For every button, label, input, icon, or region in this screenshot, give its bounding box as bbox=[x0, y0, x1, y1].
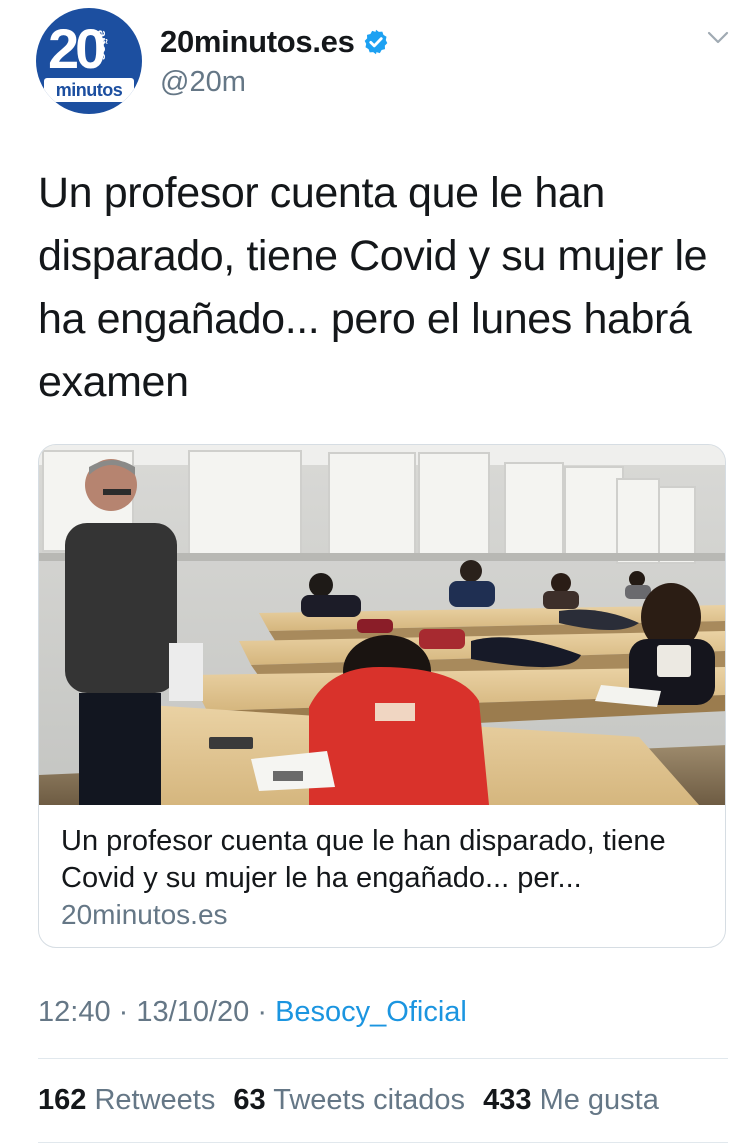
card-image[interactable] bbox=[39, 445, 726, 805]
link-card[interactable]: Un profesor cuenta que le han disparado,… bbox=[38, 444, 726, 948]
display-name-row[interactable]: 20minutos.es bbox=[160, 24, 390, 60]
card-domain[interactable]: 20minutos.es bbox=[61, 899, 228, 931]
tweet-time[interactable]: 12:40 bbox=[38, 996, 111, 1028]
divider bbox=[38, 1058, 728, 1059]
tweet-meta: 12:40 · 13/10/20 · Besocy_Oficial bbox=[38, 996, 467, 1029]
meta-separator: · bbox=[257, 996, 267, 1028]
tweet: 20 años minutos 20minutos.es @20m Un pro… bbox=[0, 0, 750, 1146]
divider bbox=[38, 1142, 728, 1143]
card-title[interactable]: Un profesor cuenta que le han disparado,… bbox=[61, 823, 711, 897]
chevron-down-icon[interactable] bbox=[706, 30, 730, 46]
avatar[interactable]: 20 años minutos bbox=[36, 8, 142, 114]
tweet-source-link[interactable]: Besocy_Oficial bbox=[275, 996, 467, 1028]
quotes-stat[interactable]: 63 Tweets citados bbox=[233, 1084, 465, 1116]
avatar-brand: minutos bbox=[44, 78, 134, 102]
quotes-count: 63 bbox=[233, 1084, 266, 1116]
retweets-count: 162 bbox=[38, 1084, 87, 1116]
verified-icon bbox=[364, 29, 387, 55]
meta-separator: · bbox=[118, 996, 129, 1028]
likes-label: Me gusta bbox=[539, 1084, 659, 1116]
likes-count: 433 bbox=[483, 1084, 532, 1116]
retweets-label: Retweets bbox=[94, 1084, 216, 1116]
retweets-stat[interactable]: 162 Retweets bbox=[38, 1084, 215, 1116]
tweet-date[interactable]: 13/10/20 bbox=[136, 996, 249, 1028]
tweet-stats: 162 Retweets 63 Tweets citados 433 Me gu… bbox=[38, 1084, 659, 1117]
likes-stat[interactable]: 433 Me gusta bbox=[483, 1084, 659, 1116]
quotes-label: Tweets citados bbox=[273, 1084, 466, 1116]
avatar-years: años bbox=[95, 30, 110, 61]
display-name[interactable]: 20minutos.es bbox=[160, 24, 355, 60]
tweet-text: Un profesor cuenta que le han disparado,… bbox=[38, 169, 708, 406]
handle[interactable]: @20m bbox=[160, 66, 246, 99]
